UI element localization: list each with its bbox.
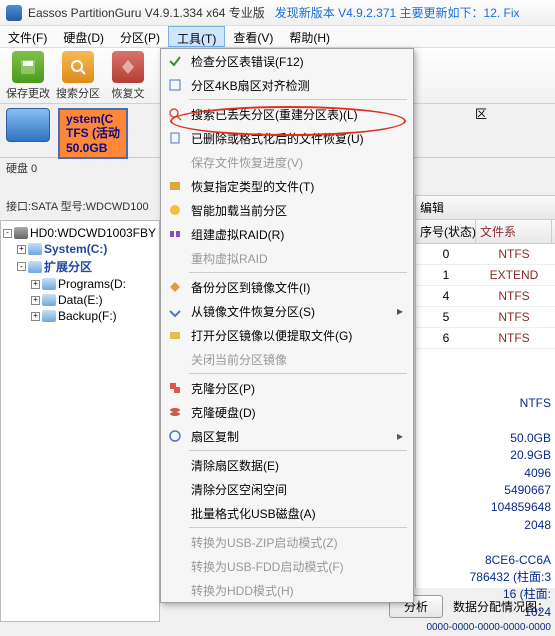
menu-disk[interactable]: 硬盘(D)	[55, 26, 112, 47]
raid-icon	[167, 226, 183, 242]
mi-clone-partition[interactable]: 克隆分区(P)	[161, 376, 413, 400]
mi-search-lost-partition[interactable]: 搜索已丢失分区(重建分区表)(L)	[161, 102, 413, 126]
save-icon	[12, 51, 44, 83]
menu-file[interactable]: 文件(F)	[0, 26, 55, 47]
separator	[189, 272, 407, 273]
tree-extended[interactable]: 扩展分区	[44, 258, 92, 275]
separator	[189, 99, 407, 100]
mi-smart-load[interactable]: 智能加载当前分区	[161, 198, 413, 222]
mi-clone-disk[interactable]: 克隆硬盘(D)	[161, 400, 413, 424]
open-icon	[167, 327, 183, 343]
menubar: 文件(F) 硬盘(D) 分区(P) 工具(T) 查看(V) 帮助(H)	[0, 26, 555, 48]
menu-help[interactable]: 帮助(H)	[281, 26, 338, 47]
interface-info: 接口:SATA 型号:WDCWD100	[6, 198, 149, 214]
file-recover-icon	[167, 130, 183, 146]
restore-icon	[167, 303, 183, 319]
app-title: Eassos PartitionGuru V4.9.1.334 x64 专业版	[28, 4, 265, 21]
col-filesystem[interactable]: 文件系	[476, 220, 552, 243]
mi-rebuild-raid: 重构虚拟RAID	[161, 246, 413, 270]
mi-save-progress: 保存文件恢复进度(V)	[161, 150, 413, 174]
mi-check-partition-table[interactable]: 检查分区表错误(F12)	[161, 49, 413, 73]
backup-icon	[167, 279, 183, 295]
save-button[interactable]: 保存更改	[4, 51, 52, 101]
separator	[189, 373, 407, 374]
col-index[interactable]: 序号(状态)	[416, 220, 476, 243]
menu-partition[interactable]: 分区(P)	[112, 26, 168, 47]
collapse-icon[interactable]: -	[3, 229, 12, 238]
mi-usb-fdd: 转换为USB-FDD启动模式(F)	[161, 554, 413, 578]
table-row[interactable]: 0NTFS	[416, 244, 555, 265]
partition-icon	[42, 278, 56, 290]
mi-open-image[interactable]: 打开分区镜像以便提取文件(G)	[161, 323, 413, 347]
partition-icon	[28, 261, 42, 273]
partition-icon	[42, 310, 56, 322]
table-header: 序号(状态) 文件系	[416, 220, 555, 244]
distribution-label: 数据分配情况图：	[453, 598, 549, 615]
expand-icon[interactable]: +	[17, 245, 26, 254]
search-partition-button[interactable]: 搜索分区	[54, 51, 102, 101]
menu-tools[interactable]: 工具(T)	[168, 26, 225, 47]
search-icon	[62, 51, 94, 83]
expand-icon[interactable]: +	[31, 296, 40, 305]
mi-usb-zip: 转换为USB-ZIP启动模式(Z)	[161, 530, 413, 554]
menu-view[interactable]: 查看(V)	[225, 26, 281, 47]
partition-icon	[42, 294, 56, 306]
hdd-icon	[6, 108, 50, 142]
table-row[interactable]: 1EXTEND	[416, 265, 555, 286]
recover-icon	[112, 51, 144, 83]
load-icon	[167, 202, 183, 218]
update-notice[interactable]: 发现新版本 V4.9.2.371 主要更新如下：12. Fix	[275, 4, 520, 21]
partition-tree[interactable]: - HD0:WDCWD1003FBY + System(C:) - 扩展分区 + Pro…	[0, 220, 160, 622]
table-row[interactable]: 6NTFS	[416, 328, 555, 349]
tree-root[interactable]: HD0:WDCWD1003FBY	[30, 226, 156, 240]
search-icon	[167, 106, 183, 122]
separator	[189, 527, 407, 528]
mi-recover-deleted[interactable]: 已删除或格式化后的文件恢复(U)	[161, 126, 413, 150]
table-title: 编辑	[416, 196, 555, 220]
mi-build-raid[interactable]: 组建虚拟RAID(R)	[161, 222, 413, 246]
submenu-arrow-icon: ▸	[397, 429, 403, 443]
clone-partition-icon	[167, 380, 183, 396]
expand-icon[interactable]: +	[31, 280, 40, 289]
mi-restore-from-image[interactable]: 从镜像文件恢复分区(S)▸	[161, 299, 413, 323]
disk-label: 硬盘 0	[6, 160, 37, 176]
mi-close-image: 关闭当前分区镜像	[161, 347, 413, 371]
partition-block-system[interactable]: ystem(C TFS (活动 50.0GB	[58, 108, 128, 159]
recover-button[interactable]: 恢复文	[104, 51, 152, 101]
table-row[interactable]: 5NTFS	[416, 307, 555, 328]
hdd-tree-icon	[14, 227, 28, 239]
tree-programs[interactable]: Programs(D:	[58, 277, 126, 291]
mi-sector-copy[interactable]: 扇区复制▸	[161, 424, 413, 448]
align-icon	[167, 77, 183, 93]
mi-backup-to-image[interactable]: 备份分区到镜像文件(I)	[161, 275, 413, 299]
titlebar: Eassos PartitionGuru V4.9.1.334 x64 专业版 …	[0, 0, 555, 26]
app-icon	[6, 5, 22, 21]
tree-data[interactable]: Data(E:)	[58, 293, 103, 307]
partition-label-fragment: 区	[475, 105, 487, 122]
expand-icon[interactable]: +	[31, 312, 40, 321]
collapse-icon[interactable]: -	[17, 262, 26, 271]
mi-batch-format-usb[interactable]: 批量格式化USB磁盘(A)	[161, 501, 413, 525]
mi-recover-by-type[interactable]: 恢复指定类型的文件(T)	[161, 174, 413, 198]
check-icon	[167, 53, 183, 69]
mi-clear-freespace[interactable]: 清除分区空闲空间	[161, 477, 413, 501]
table-row[interactable]: 4NTFS	[416, 286, 555, 307]
separator	[189, 450, 407, 451]
tools-dropdown: 检查分区表错误(F12) 分区4KB扇区对齐检测 搜索已丢失分区(重建分区表)(…	[160, 48, 414, 603]
tree-backup[interactable]: Backup(F:)	[58, 309, 117, 323]
partition-icon	[28, 243, 42, 255]
mi-hdd-mode: 转换为HDD模式(H)	[161, 578, 413, 602]
mi-4kb-align[interactable]: 分区4KB扇区对齐检测	[161, 73, 413, 97]
type-icon	[167, 178, 183, 194]
sector-icon	[167, 428, 183, 444]
submenu-arrow-icon: ▸	[397, 304, 403, 318]
clone-disk-icon	[167, 404, 183, 420]
mi-clear-sector[interactable]: 清除扇区数据(E)	[161, 453, 413, 477]
tree-system[interactable]: System(C:)	[44, 242, 107, 256]
